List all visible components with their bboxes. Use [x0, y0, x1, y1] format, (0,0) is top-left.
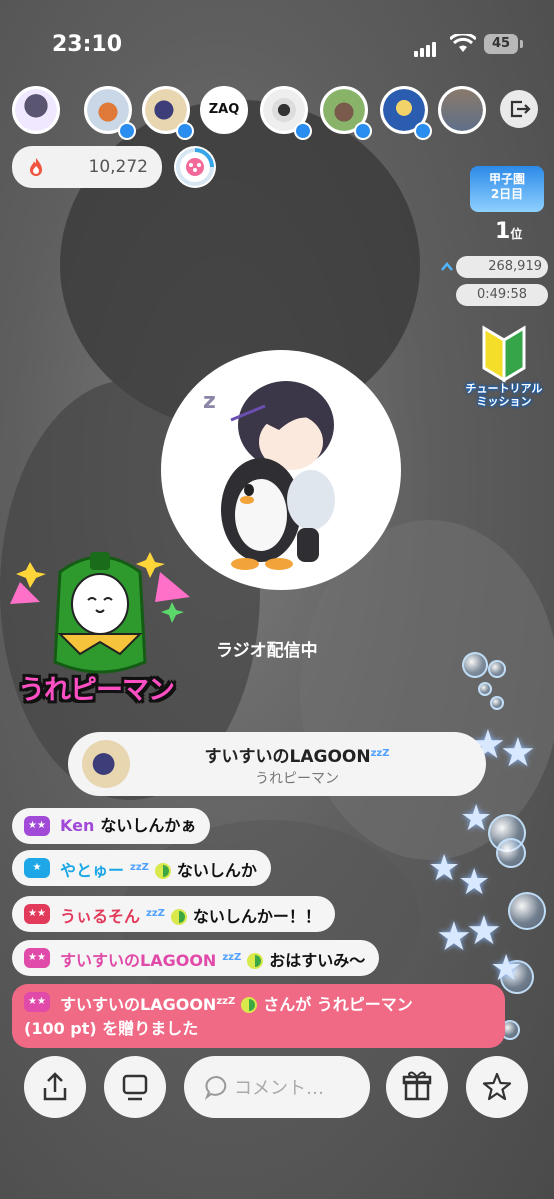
bubble-decoration [478, 682, 492, 696]
zzz-emoji: zzZ [216, 996, 236, 1007]
wifi-icon [450, 34, 476, 52]
beginner-leaf-icon [170, 909, 187, 925]
svg-text:z: z [203, 389, 216, 414]
verified-icon [414, 122, 432, 140]
user-badge-icon: ★★ [24, 948, 50, 968]
rank-display[interactable]: 1位 [495, 219, 522, 244]
gift-button[interactable] [386, 1056, 448, 1118]
gift-banner: すいすいのLAGOONzzZ うれピーマン [68, 732, 486, 796]
comment-item[interactable]: ★ やとゅー zzZ ないしんか [12, 850, 271, 886]
user-badge-icon: ★ [24, 858, 50, 878]
comment-input[interactable]: コメント… [184, 1056, 370, 1118]
gift-message-user: すいすいのLAGOON [60, 995, 217, 1014]
comment-item[interactable]: ★★ Ken ないしんかぁ [12, 808, 211, 844]
favorite-button[interactable] [466, 1056, 528, 1118]
comment-text: おはすいみ～ [269, 951, 366, 970]
comment-username[interactable]: やとゅー [60, 861, 124, 880]
user-badge-icon: ★★ [24, 992, 50, 1012]
event-badge-text: 甲子園 2日目 [488, 172, 525, 201]
share-button[interactable] [24, 1056, 86, 1118]
star-decoration: ★ [428, 848, 461, 889]
bubble-decoration [488, 660, 506, 678]
radio-status-text: ラジオ配信中 [216, 641, 318, 661]
live-stream-screen: 23:10 45 ZAQ 10,272 甲子園 2日目 1位 268,919 0… [0, 0, 554, 1199]
tutorial-label: チュートリアル ミッション [465, 382, 543, 408]
zzz-emoji: zzZ [370, 748, 390, 759]
comment-item[interactable]: ★★ すいすいのLAGOON zzZ おはすいみ～ [12, 940, 380, 976]
verified-icon [354, 122, 372, 140]
gift-message-line1: すいすいのLAGOONzzZ さんが うれピーマン [60, 990, 493, 1017]
rank-number: 1 [495, 219, 511, 244]
star-decoration: ★ [458, 862, 491, 903]
event-badge[interactable]: 甲子園 2日目 [470, 166, 544, 212]
gift-sender-name: すいすいのLAGOONzzZ [68, 742, 486, 767]
gift-effect-name: うれピーマン [18, 675, 175, 706]
zzz-emoji: zzZ [222, 952, 242, 963]
streamer-avatar[interactable] [12, 86, 60, 134]
star-icon [482, 1072, 512, 1101]
screen-button[interactable] [104, 1056, 166, 1118]
beginner-leaf-icon [247, 953, 264, 969]
gift-box-icon [402, 1071, 432, 1101]
rank-suffix: 位 [510, 227, 523, 241]
zaq-logo: ZAQ [203, 89, 245, 131]
comment-text: ないしんか [176, 861, 257, 880]
tutorial-mission-button[interactable]: チュートリアル ミッション [464, 324, 544, 414]
star-decoration: ★ [460, 798, 493, 839]
user-badge-icon: ★★ [24, 904, 50, 924]
comment-username[interactable]: すいすいのLAGOON [60, 951, 216, 970]
screen-icon [122, 1074, 148, 1101]
stream-timer: 0:49:58 [456, 284, 548, 306]
gift-message-text: さんが うれピーマン [263, 995, 413, 1014]
star-decoration: ★ [500, 730, 536, 776]
bubble-decoration [496, 838, 526, 868]
status-bar: 23:10 45 [0, 30, 554, 60]
zzz-emoji: zzZ [130, 862, 149, 873]
level-ring[interactable] [174, 146, 216, 188]
comment-item[interactable]: ★★ うぃるそん zzZ ないしんかー！！ [12, 896, 335, 932]
verified-icon [118, 122, 136, 140]
comment-username[interactable]: うぃるそん [60, 907, 140, 926]
comment-text: ないしんかぁ [100, 816, 197, 835]
level-ring-icon [176, 148, 214, 186]
verified-icon [294, 122, 312, 140]
gift-sent-message: ★★ すいすいのLAGOONzzZ さんが うれピーマン (100 pt) を贈り… [12, 984, 505, 1048]
viewer-avatar[interactable] [438, 86, 486, 134]
comment-username[interactable]: Ken [60, 816, 94, 835]
speech-bubble-icon [204, 1076, 227, 1100]
star-decoration: ★ [490, 948, 523, 989]
points-value: 268,919 [488, 259, 542, 274]
comment-placeholder: コメント… [234, 1078, 324, 1099]
bubble-decoration [490, 696, 504, 710]
timer-value: 0:49:58 [476, 287, 528, 302]
cellular-signal-icon [414, 38, 438, 57]
green-pepper-gift-illustration [10, 552, 190, 674]
score-value: 10,272 [88, 157, 148, 177]
share-icon [43, 1072, 67, 1101]
zzz-emoji: zzZ [146, 908, 165, 919]
beginner-mark-icon [482, 325, 526, 383]
beginner-leaf-icon [241, 997, 258, 1013]
exit-icon [510, 100, 531, 118]
gift-sender-text: すいすいのLAGOON [204, 747, 371, 767]
gift-item-name: うれピーマン [255, 771, 339, 787]
viewer-avatar[interactable]: ZAQ [200, 86, 248, 134]
gift-message-line2: (100 pt) を贈りました [24, 1019, 199, 1038]
bubble-decoration [508, 892, 546, 930]
user-badge-icon: ★★ [24, 816, 50, 836]
bubble-decoration [462, 652, 488, 678]
comment-text: ないしんかー！！ [192, 907, 321, 926]
beginner-leaf-icon [154, 863, 171, 879]
exit-button[interactable] [500, 90, 538, 128]
battery-indicator: 45 [484, 34, 523, 54]
score-pill[interactable]: 10,272 [12, 146, 162, 188]
clock: 23:10 [52, 32, 123, 57]
flame-icon [30, 158, 42, 176]
points-pill[interactable]: 268,919 [456, 256, 548, 278]
verified-icon [176, 122, 194, 140]
